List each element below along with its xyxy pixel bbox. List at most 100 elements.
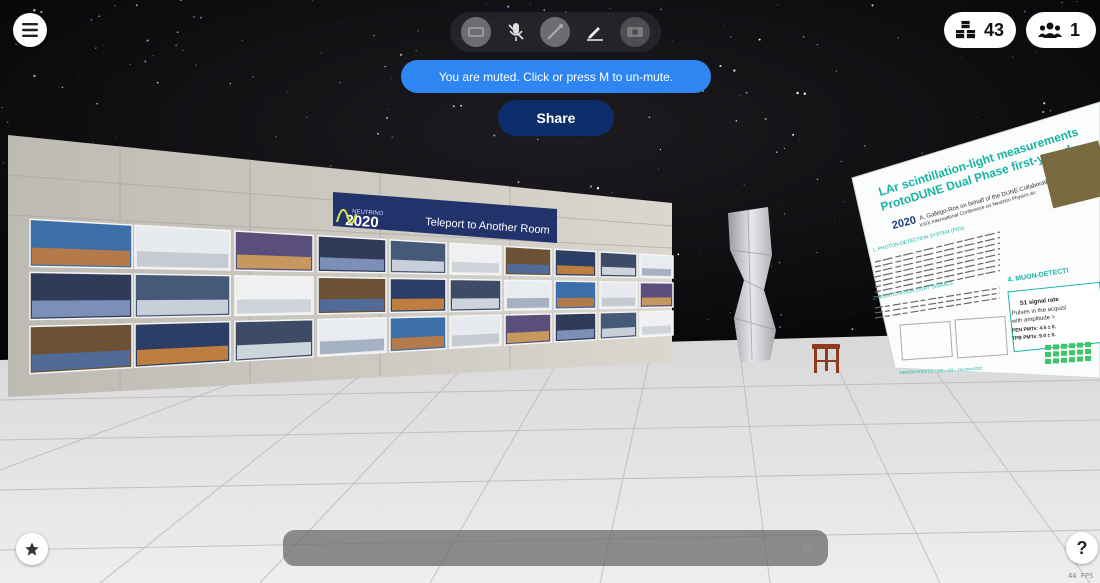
send-icon[interactable]: [798, 538, 818, 558]
star: [384, 66, 386, 68]
star: [161, 111, 163, 113]
star: [743, 184, 745, 186]
star: [417, 30, 419, 32]
star: [1034, 50, 1036, 52]
star: [306, 116, 308, 118]
star: [724, 25, 725, 26]
objects-cubes-icon: [956, 20, 976, 39]
people-icon: [1038, 22, 1062, 38]
star: [671, 39, 673, 42]
thumbnail-detail: [452, 298, 499, 310]
media-icon: [627, 27, 644, 37]
people-counter-button[interactable]: 1: [1026, 12, 1096, 48]
pmt-cell: [1045, 359, 1051, 364]
draw-button[interactable]: [540, 17, 571, 47]
star: [834, 221, 836, 223]
star: [783, 147, 785, 150]
star: [192, 15, 195, 19]
pencil-icon: [587, 27, 604, 41]
viewport: NEUTRINO 2020 Teleport to Another Room L…: [0, 0, 1100, 583]
star: [229, 83, 232, 85]
help-button[interactable]: ?: [1066, 532, 1098, 564]
thumbnail-detail: [507, 263, 549, 274]
star: [90, 18, 93, 21]
star: [758, 38, 761, 41]
star: [659, 148, 662, 151]
star: [871, 4, 874, 7]
star: [928, 94, 929, 96]
star: [816, 44, 818, 46]
star: [1098, 4, 1099, 6]
muted-notification[interactable]: You are muted. Click or press M to un-mu…: [401, 60, 711, 93]
star: [2, 162, 4, 164]
objects-counter-button[interactable]: 43: [944, 12, 1016, 48]
toolbar: [450, 12, 661, 52]
star: [738, 95, 740, 96]
star: [536, 138, 539, 141]
star: [338, 22, 340, 23]
star: [321, 41, 323, 43]
star: [152, 55, 154, 56]
star: [543, 9, 546, 11]
star: [77, 74, 79, 76]
camera-button[interactable]: [460, 17, 491, 47]
star: [796, 91, 799, 95]
star: [175, 44, 178, 47]
pmt-cell: [1069, 350, 1075, 356]
star: [156, 81, 159, 84]
thumbnail-detail: [320, 298, 384, 312]
star: [609, 7, 611, 9]
star: [391, 136, 394, 139]
star: [611, 192, 613, 194]
star: [775, 151, 778, 154]
star: [129, 64, 131, 66]
pencil-button[interactable]: [580, 17, 610, 47]
star-icon: [25, 542, 39, 556]
thumbnail-detail: [602, 266, 635, 276]
camera-icon: [467, 27, 484, 37]
star: [182, 50, 184, 51]
star: [1, 106, 3, 108]
pmt-cell: [1069, 343, 1075, 349]
star: [92, 141, 94, 143]
star: [486, 4, 487, 6]
star: [1081, 89, 1083, 91]
star: [330, 165, 332, 167]
thumbnail-detail: [237, 254, 311, 270]
star: [719, 64, 722, 68]
microphone-button[interactable]: [501, 17, 531, 47]
pmt-cell: [1061, 343, 1067, 349]
star: [452, 105, 455, 108]
star: [853, 312, 855, 313]
thumbnail-detail: [137, 299, 228, 316]
star: [778, 199, 780, 201]
star: [95, 47, 97, 49]
star: [699, 252, 701, 254]
star: [976, 116, 978, 118]
star: [816, 252, 818, 254]
thumbnail-detail: [557, 265, 594, 275]
star: [596, 187, 600, 190]
thumbnail-detail: [602, 297, 635, 307]
main-menu-button[interactable]: [13, 13, 47, 47]
star: [90, 22, 92, 24]
media-button[interactable]: [620, 17, 651, 47]
star: [719, 2, 721, 3]
star: [917, 61, 918, 63]
star: [1061, 1, 1063, 4]
star: [816, 178, 819, 181]
thumbnail-detail: [237, 299, 311, 314]
share-button[interactable]: Share: [498, 100, 614, 136]
help-icon: ?: [1076, 537, 1088, 558]
pmt-cell: [1045, 352, 1051, 357]
thumbnail-detail: [642, 268, 671, 277]
star: [660, 8, 662, 11]
star: [372, 34, 375, 37]
star: [98, 15, 100, 17]
favorite-button[interactable]: [16, 533, 48, 565]
drawing-pen-icon: [547, 24, 564, 40]
star: [733, 69, 736, 72]
star: [377, 132, 379, 135]
chat-input[interactable]: [295, 530, 779, 568]
star: [764, 117, 767, 121]
